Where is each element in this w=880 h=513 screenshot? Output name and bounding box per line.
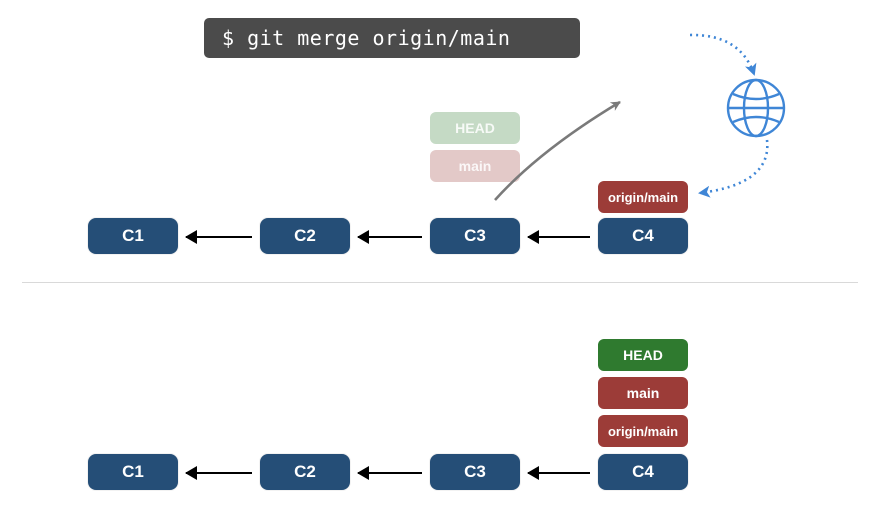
main-chip: main <box>598 377 688 409</box>
globe-icon <box>724 76 788 140</box>
arrow-c3-c2-top <box>358 236 422 238</box>
fetch-arrow-in <box>690 35 754 74</box>
arrow-c2-c1-top <box>186 236 252 238</box>
arrow-c2-c1-bottom <box>186 472 252 474</box>
commit-c2-top: C2 <box>260 218 350 254</box>
arrow-c4-c3-top <box>528 236 590 238</box>
head-chip-faded: HEAD <box>430 112 520 144</box>
origin-main-chip-top: origin/main <box>598 181 688 213</box>
command-bar: $ git merge origin/main <box>204 18 580 58</box>
arrow-c4-c3-bottom <box>528 472 590 474</box>
fetch-arrow-out <box>700 140 767 193</box>
commit-c1-bottom: C1 <box>88 454 178 490</box>
commit-c3-bottom: C3 <box>430 454 520 490</box>
commit-c4-top: C4 <box>598 218 688 254</box>
commit-c2-bottom: C2 <box>260 454 350 490</box>
commit-c1-top: C1 <box>88 218 178 254</box>
main-chip-faded: main <box>430 150 520 182</box>
head-chip: HEAD <box>598 339 688 371</box>
commit-c4-bottom: C4 <box>598 454 688 490</box>
arrow-c3-c2-bottom <box>358 472 422 474</box>
commit-c3-top: C3 <box>430 218 520 254</box>
section-divider <box>22 282 858 283</box>
origin-main-chip-bottom: origin/main <box>598 415 688 447</box>
